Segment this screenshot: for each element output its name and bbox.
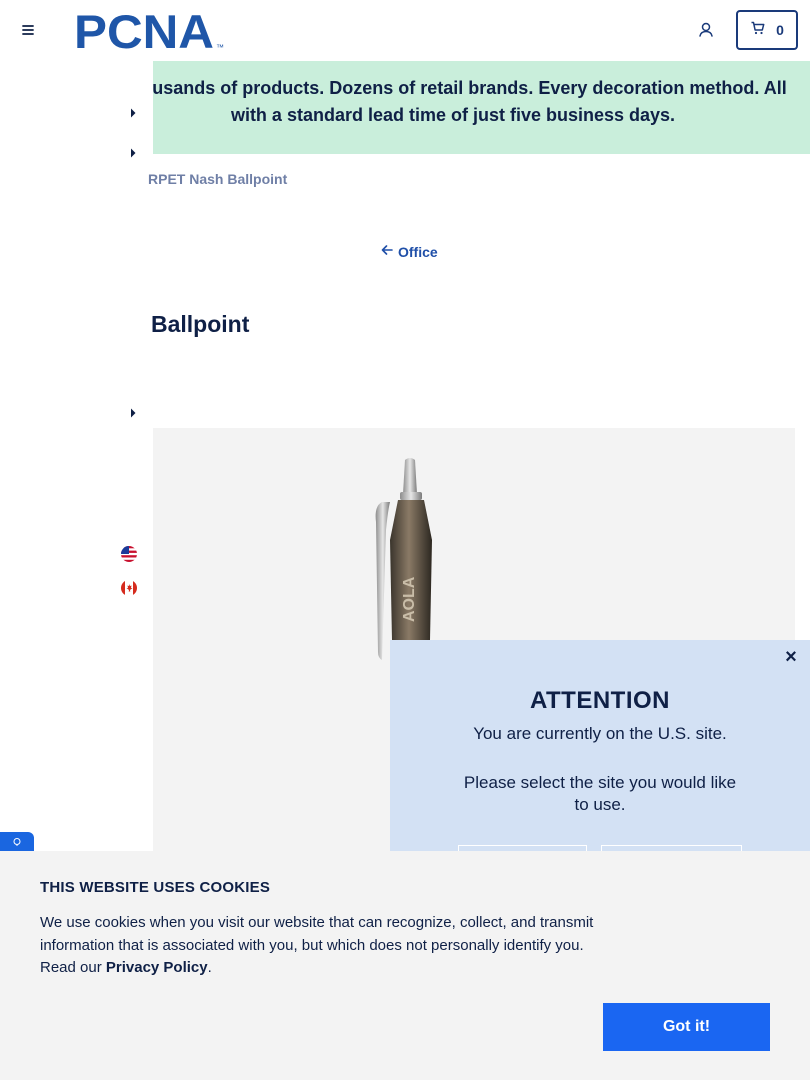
caret-right-icon[interactable] (128, 146, 138, 158)
privacy-policy-link[interactable]: Privacy Policy (106, 959, 208, 976)
logo-text: PCNA (74, 10, 214, 52)
cart-count: 0 (776, 22, 784, 38)
arrow-left-icon (380, 243, 394, 260)
modal-prompt-text: Please select the site you would like to… (463, 773, 737, 814)
promo-text: Thousands of products. Dozens of retail … (153, 78, 787, 125)
cookie-title: THIS WEBSITE USES COOKIES (40, 879, 271, 896)
promo-banner: Thousands of products. Dozens of retail … (153, 61, 810, 154)
modal-heading: ATTENTION (529, 687, 671, 714)
caret-right-icon[interactable] (128, 106, 138, 118)
cookie-banner: THIS WEBSITE USES COOKIES We use cookies… (0, 851, 810, 1080)
user-icon[interactable] (696, 20, 716, 40)
close-icon[interactable]: × (782, 647, 800, 667)
canada-flag-icon[interactable] (121, 580, 137, 596)
back-to-category-link[interactable]: Office (380, 243, 438, 260)
accept-cookies-button[interactable]: Got it! (603, 1003, 770, 1051)
modal-current-site-text: You are currently on the U.S. site. (473, 724, 727, 743)
product-title: Ballpoint (151, 311, 250, 337)
cookie-text: We use cookies when you visit our websit… (40, 912, 610, 980)
logo-trademark: ™ (216, 43, 224, 52)
product-imprint: AOLA (401, 576, 418, 622)
breadcrumb: RPET Nash Ballpoint (148, 171, 288, 187)
back-link-label: Office (398, 243, 438, 260)
product-image[interactable]: AOLA (370, 452, 450, 672)
us-flag-icon[interactable] (121, 546, 137, 562)
cookie-period: . (207, 959, 212, 976)
caret-right-icon[interactable] (128, 406, 138, 418)
hamburger-menu-icon[interactable] (18, 20, 38, 40)
pcna-logo[interactable]: PCNA ™ (74, 10, 226, 52)
site-header: PCNA ™ 0 (0, 0, 810, 60)
shopping-cart-icon (750, 20, 766, 41)
chat-icon (12, 834, 22, 852)
cart-button[interactable]: 0 (736, 10, 798, 50)
